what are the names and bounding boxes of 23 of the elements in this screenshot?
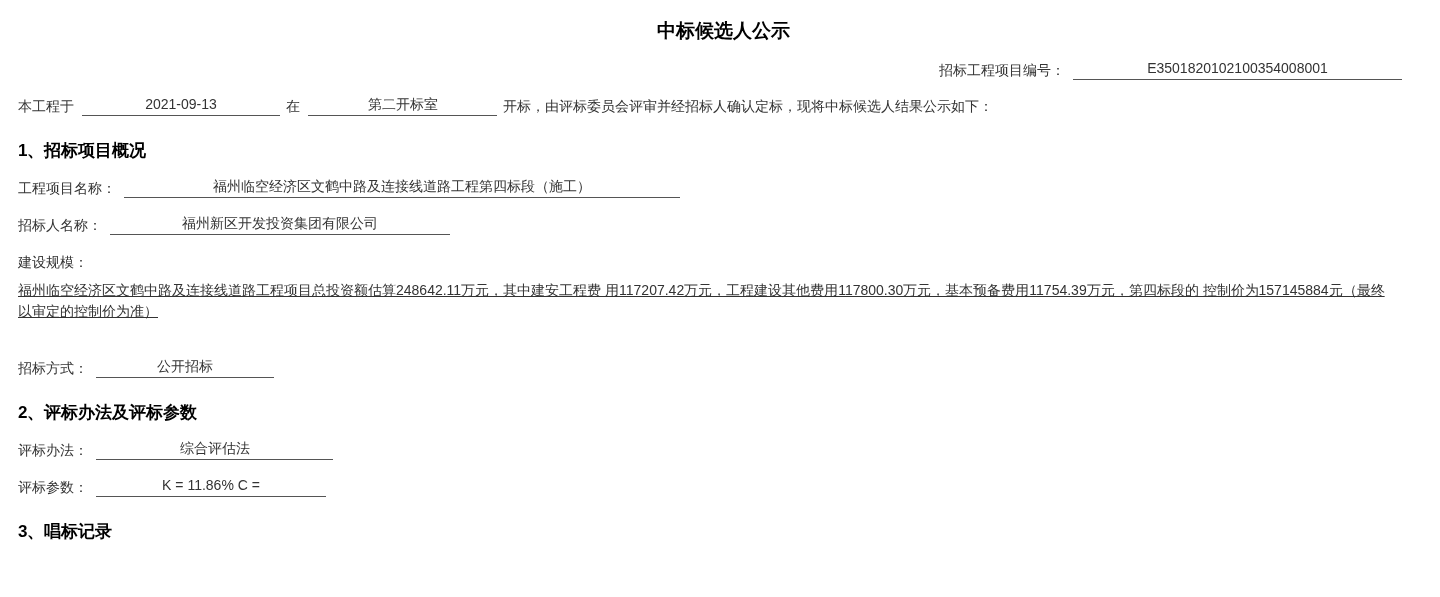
field-label: 本工程于 bbox=[18, 98, 74, 116]
section-heading: 1、招标项目概况 bbox=[18, 140, 148, 162]
field-label: 在 bbox=[286, 98, 300, 116]
field-value: 2021-09-13 bbox=[82, 93, 280, 116]
section-heading: 3、唱标记录 bbox=[18, 521, 114, 543]
field-value: 福州新区开发投资集团有限公司 bbox=[110, 212, 450, 235]
field-value: 福州临空经济区文鹤中路及连接线道路工程项目总投资额估算248642.11万元，其中建安工程费 用117207.42万元，工程建设其他费用117800.30万元，基本预备费用11754.39万元，第四标段的 控制价为157145884元（最终以审定的控制价为准） bbox=[18, 281, 1386, 321]
section-heading: 2、评标办法及评标参数 bbox=[18, 402, 199, 424]
page-title: 中标候选人公示 bbox=[655, 19, 791, 43]
field-value: 公开招标 bbox=[96, 355, 274, 378]
field-value: 综合评估法 bbox=[96, 437, 333, 460]
field-label: 招标方式： bbox=[18, 360, 88, 378]
field-label: 招标工程项目编号： bbox=[939, 62, 1065, 80]
field-value: 第二开标室 bbox=[308, 93, 497, 116]
field-label: 评标参数： bbox=[18, 479, 88, 497]
field-label: 招标人名称： bbox=[18, 217, 102, 235]
field-value: 福州临空经济区文鹤中路及连接线道路工程第四标段（施工） bbox=[124, 175, 680, 198]
field-label: 工程项目名称： bbox=[18, 180, 116, 198]
field-value: K = 11.86% C = bbox=[96, 474, 326, 497]
field-value: E3501820102100354008001 bbox=[1073, 57, 1402, 80]
field-label: 建设规模： bbox=[18, 254, 88, 272]
field-label: 评标办法： bbox=[18, 442, 88, 460]
intro-text: 开标，由评标委员会评审并经招标人确认定标，现将中标候选人结果公示如下： bbox=[503, 98, 993, 116]
